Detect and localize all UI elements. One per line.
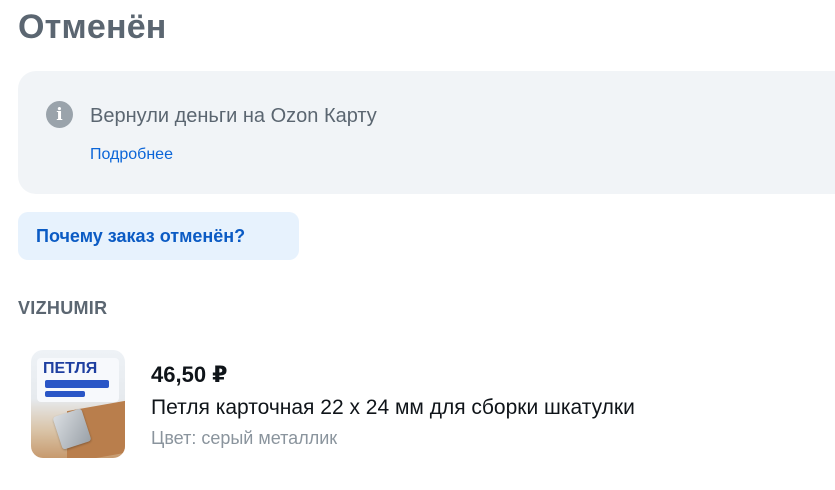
page-title: Отменён	[18, 8, 167, 46]
thumbnail-label: ПЕТЛЯ	[43, 360, 98, 377]
seller-name[interactable]: VIZHUMIR	[18, 298, 107, 319]
more-details-link[interactable]: Подробнее	[90, 146, 173, 164]
product-name[interactable]: Петля карточная 22 х 24 мм для сборки шк…	[151, 396, 635, 420]
thumbnail-stripe-small	[45, 391, 85, 397]
refund-notice-text: Вернули деньги на Ozon Карту	[90, 105, 377, 127]
product-price: 46,50 ₽	[151, 362, 228, 387]
info-icon: i	[46, 101, 73, 128]
refund-notice-card: i Вернули деньги на Ozon Карту Подробнее	[18, 71, 835, 194]
thumbnail-stripe	[45, 380, 109, 388]
product-image[interactable]: ПЕТЛЯ	[31, 350, 125, 458]
order-page: Отменён i Вернули деньги на Ozon Карту П…	[0, 0, 835, 490]
product-color: Цвет: серый металлик	[151, 428, 338, 448]
why-cancelled-button[interactable]: Почему заказ отменён?	[18, 212, 299, 260]
